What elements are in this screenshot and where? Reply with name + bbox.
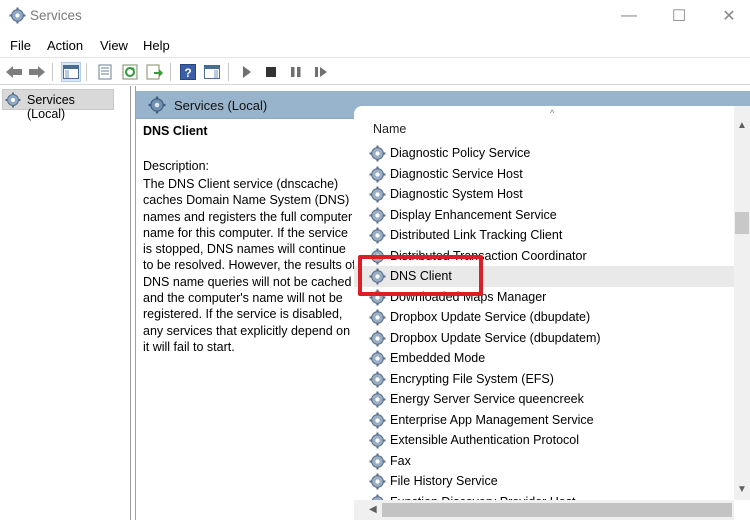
service-gear-icon — [369, 391, 386, 408]
service-row[interactable]: Encrypting File System (EFS) — [354, 369, 734, 390]
menu-view[interactable]: View — [100, 38, 128, 53]
service-gear-icon — [369, 166, 386, 183]
service-row[interactable]: File History Service — [354, 471, 734, 492]
description-label: Description: — [143, 159, 209, 173]
show-hide-console-tree-icon[interactable] — [61, 62, 81, 82]
service-name: Distributed Link Tracking Client — [390, 228, 563, 242]
service-name: Dropbox Update Service (dbupdate) — [390, 310, 591, 324]
scroll-left-icon[interactable]: ◀ — [369, 504, 377, 515]
service-row[interactable]: Extensible Authentication Protocol — [354, 430, 734, 451]
service-gear-icon — [369, 432, 386, 449]
stop-service-icon[interactable] — [261, 62, 281, 82]
service-row[interactable]: Distributed Link Tracking Client — [354, 225, 734, 246]
service-gear-icon — [369, 453, 386, 470]
service-row[interactable]: Enterprise App Management Service — [354, 410, 734, 431]
service-gear-icon — [369, 350, 386, 367]
window-title: Services — [30, 8, 82, 23]
console-tree: Services (Local) — [0, 86, 131, 520]
service-name: Diagnostic Policy Service — [390, 146, 531, 160]
export-list-icon[interactable] — [145, 62, 165, 82]
maximize-button[interactable]: ☐ — [656, 0, 702, 32]
close-button[interactable]: ✕ — [706, 0, 750, 32]
services-list: ^ Name Diagnostic Policy Service Diagnost… — [354, 106, 750, 520]
service-row[interactable]: Dropbox Update Service (dbupdatem) — [354, 328, 734, 349]
service-name: Diagnostic System Host — [390, 187, 523, 201]
service-gear-icon — [369, 145, 386, 162]
horizontal-scrollbar[interactable]: ◀ — [354, 500, 734, 520]
service-row[interactable]: Display Enhancement Service — [354, 205, 734, 226]
help-icon[interactable]: ? — [178, 62, 198, 82]
scroll-up-icon[interactable]: ▲ — [737, 120, 747, 131]
toolbar-separator — [86, 63, 87, 81]
service-gear-icon — [369, 473, 386, 490]
pause-service-icon[interactable] — [286, 62, 306, 82]
toolbar: ? — [0, 57, 750, 85]
toolbar-separator — [170, 63, 171, 81]
dns-client-highlight — [358, 255, 483, 296]
services-gear-icon — [148, 96, 166, 114]
toolbar-separator — [52, 63, 53, 81]
service-row[interactable]: Function Discovery Provider Host — [354, 492, 734, 500]
service-name: Embedded Mode — [390, 351, 486, 365]
forward-icon[interactable] — [27, 62, 47, 82]
service-name: Extensible Authentication Protocol — [390, 433, 580, 447]
service-row[interactable]: Fax — [354, 451, 734, 472]
service-name: Energy Server Service queencreek — [390, 392, 584, 406]
service-name: Encrypting File System (EFS) — [390, 371, 554, 386]
sort-ascending-icon: ^ — [550, 108, 555, 118]
services-rows: Diagnostic Policy Service Diagnostic Serv… — [354, 143, 734, 500]
services-gear-icon — [5, 92, 21, 108]
selected-service-title: DNS Client — [143, 124, 208, 138]
service-row[interactable]: Diagnostic System Host — [354, 184, 734, 205]
svg-text:?: ? — [184, 66, 191, 80]
column-header-name[interactable]: ^ Name — [354, 108, 734, 142]
service-gear-icon — [369, 186, 386, 203]
properties-icon[interactable] — [95, 62, 115, 82]
service-name: Enterprise App Management Service — [390, 412, 594, 427]
vertical-scrollbar[interactable]: ▲ ▼ — [734, 106, 750, 500]
service-name: File History Service — [390, 474, 498, 488]
menu-help[interactable]: Help — [143, 38, 170, 53]
service-name: Fax — [390, 453, 411, 468]
service-gear-icon — [369, 207, 386, 224]
service-gear-icon — [369, 371, 386, 388]
service-gear-icon — [369, 412, 386, 429]
service-row[interactable]: Diagnostic Service Host — [354, 164, 734, 185]
title-bar: Services — ☐ ✕ — [0, 0, 750, 32]
service-name: Dropbox Update Service (dbupdatem) — [390, 330, 601, 345]
service-row[interactable]: Energy Server Service queencreek — [354, 389, 734, 410]
service-row[interactable]: Embedded Mode — [354, 348, 734, 369]
menu-action[interactable]: Action — [47, 38, 83, 53]
service-row[interactable]: Dropbox Update Service (dbupdate) — [354, 307, 734, 328]
tree-item-label: Services (Local) — [27, 93, 75, 121]
services-gear-icon — [9, 7, 26, 24]
show-hide-action-pane-icon[interactable] — [202, 62, 222, 82]
service-row[interactable]: Diagnostic Policy Service — [354, 143, 734, 164]
menu-file[interactable]: File — [10, 38, 31, 53]
horizontal-scroll-thumb[interactable] — [382, 503, 732, 517]
service-description: The DNS Client service (dnscache) caches… — [143, 177, 356, 354]
start-service-icon[interactable] — [237, 62, 257, 82]
service-gear-icon — [369, 330, 386, 347]
tree-item-services-local[interactable]: Services (Local) — [2, 89, 114, 121]
column-header-label: Name — [373, 122, 407, 136]
toolbar-separator — [228, 63, 229, 81]
service-gear-icon — [369, 309, 386, 326]
service-name: Display Enhancement Service — [390, 207, 557, 222]
menu-bar: File Action View Help — [0, 34, 750, 56]
vertical-scroll-thumb[interactable] — [735, 212, 749, 234]
service-name: Diagnostic Service Host — [390, 166, 523, 181]
scroll-down-icon[interactable]: ▼ — [737, 484, 747, 495]
service-gear-icon — [369, 227, 386, 244]
refresh-icon[interactable] — [120, 62, 140, 82]
pane-header-title: Services (Local) — [174, 98, 268, 113]
details-pane: Services (Local) DNS Client Description:… — [135, 86, 750, 520]
restart-service-icon[interactable] — [311, 62, 331, 82]
back-icon[interactable] — [4, 62, 24, 82]
minimize-button[interactable]: — — [606, 0, 652, 32]
